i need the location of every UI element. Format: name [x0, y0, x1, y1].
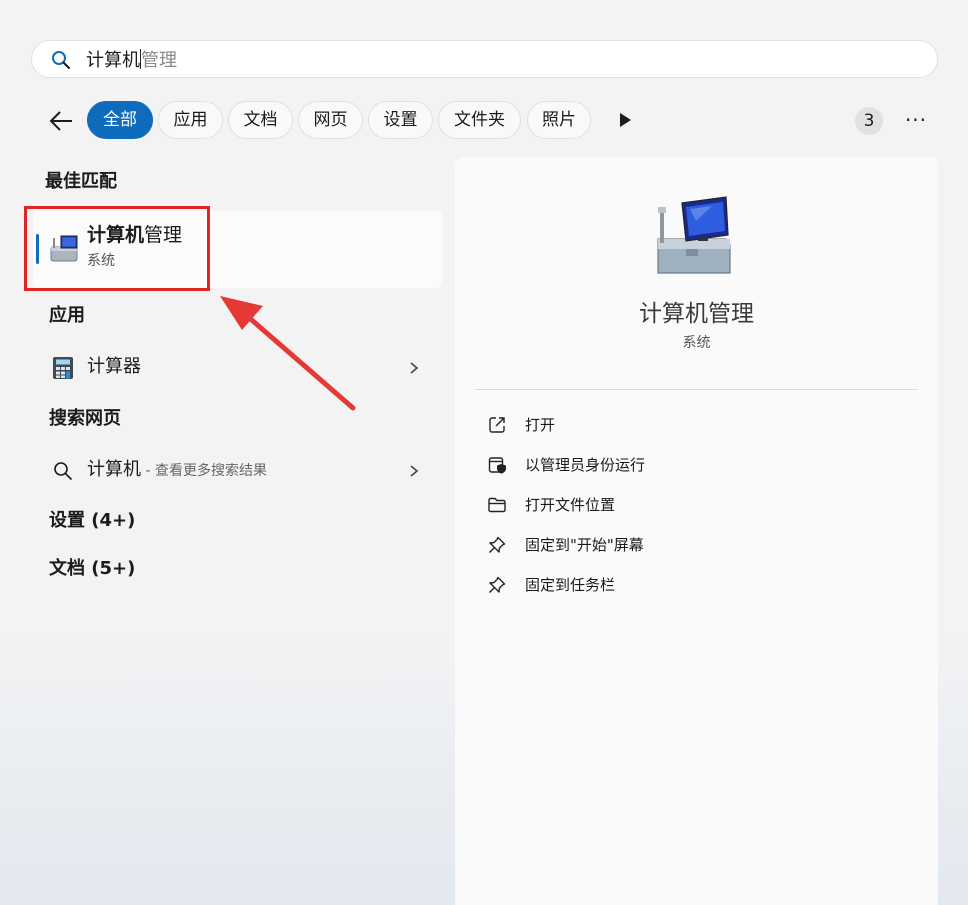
filter-chip-apps[interactable]: 应用	[158, 101, 223, 139]
detail-divider	[475, 389, 918, 390]
detail-subtitle: 系统	[682, 335, 711, 351]
shield-icon	[488, 457, 506, 474]
more-options-button[interactable]: ···	[901, 110, 931, 130]
action-pin-to-start[interactable]: 固定到"开始"屏幕	[487, 533, 787, 557]
web-search-query: 计算机	[87, 459, 141, 480]
chevron-right-icon	[410, 465, 419, 477]
list-item-web-search[interactable]: 计算机 - 查看更多搜索结果	[35, 448, 435, 492]
annotation-highlight-box	[24, 206, 210, 291]
filter-chip-settings[interactable]: 设置	[368, 101, 433, 139]
search-icon	[52, 51, 70, 69]
action-run-as-admin-label: 以管理员身份运行	[525, 456, 646, 474]
best-match-heading: 最佳匹配	[45, 171, 117, 192]
action-pin-to-start-label: 固定到"开始"屏幕	[525, 536, 644, 554]
open-external-icon	[489, 417, 505, 433]
action-open-file-location[interactable]: 打开文件位置	[487, 493, 787, 517]
search-input[interactable]: 计算机管理	[31, 40, 938, 78]
list-item-calculator[interactable]: 计算器	[35, 345, 435, 389]
web-search-text: 计算机 - 查看更多搜索结果	[87, 459, 267, 481]
folder-icon	[488, 497, 506, 513]
scroll-filters-play-icon[interactable]	[615, 110, 635, 130]
filter-chip-all[interactable]: 全部	[87, 101, 153, 139]
pin-icon	[489, 536, 506, 553]
action-pin-to-taskbar[interactable]: 固定到任务栏	[487, 573, 787, 597]
action-open[interactable]: 打开	[487, 413, 787, 437]
search-suggestion-text: 管理	[141, 50, 177, 71]
filter-chip-documents[interactable]: 文档	[228, 101, 293, 139]
chevron-right-icon	[410, 362, 419, 374]
pin-icon	[489, 576, 506, 593]
calculator-label: 计算器	[87, 356, 141, 377]
action-open-label: 打开	[525, 416, 556, 434]
action-open-file-location-label: 打开文件位置	[525, 496, 616, 514]
search-typed-text: 计算机	[86, 50, 140, 71]
calculator-icon	[53, 357, 73, 379]
action-run-as-admin[interactable]: 以管理员身份运行	[487, 453, 787, 477]
filter-chip-web[interactable]: 网页	[298, 101, 363, 139]
search-icon	[54, 462, 72, 480]
web-search-heading: 搜索网页	[49, 408, 121, 429]
apps-heading: 应用	[49, 305, 85, 326]
filter-chip-folders[interactable]: 文件夹	[438, 101, 521, 139]
back-arrow-icon[interactable]	[48, 108, 74, 134]
result-count-badge[interactable]: 3	[855, 107, 883, 135]
detail-title: 计算机管理	[639, 301, 754, 327]
search-query: 计算机管理	[86, 49, 177, 72]
filter-chip-photos[interactable]: 照片	[527, 101, 591, 139]
documents-section-heading[interactable]: 文档 (5+)	[49, 558, 135, 580]
web-search-hint: - 查看更多搜索结果	[141, 463, 267, 479]
action-pin-to-taskbar-label: 固定到任务栏	[525, 576, 616, 594]
settings-section-heading[interactable]: 设置 (4+)	[49, 510, 135, 532]
computer-management-large-icon	[657, 196, 731, 274]
